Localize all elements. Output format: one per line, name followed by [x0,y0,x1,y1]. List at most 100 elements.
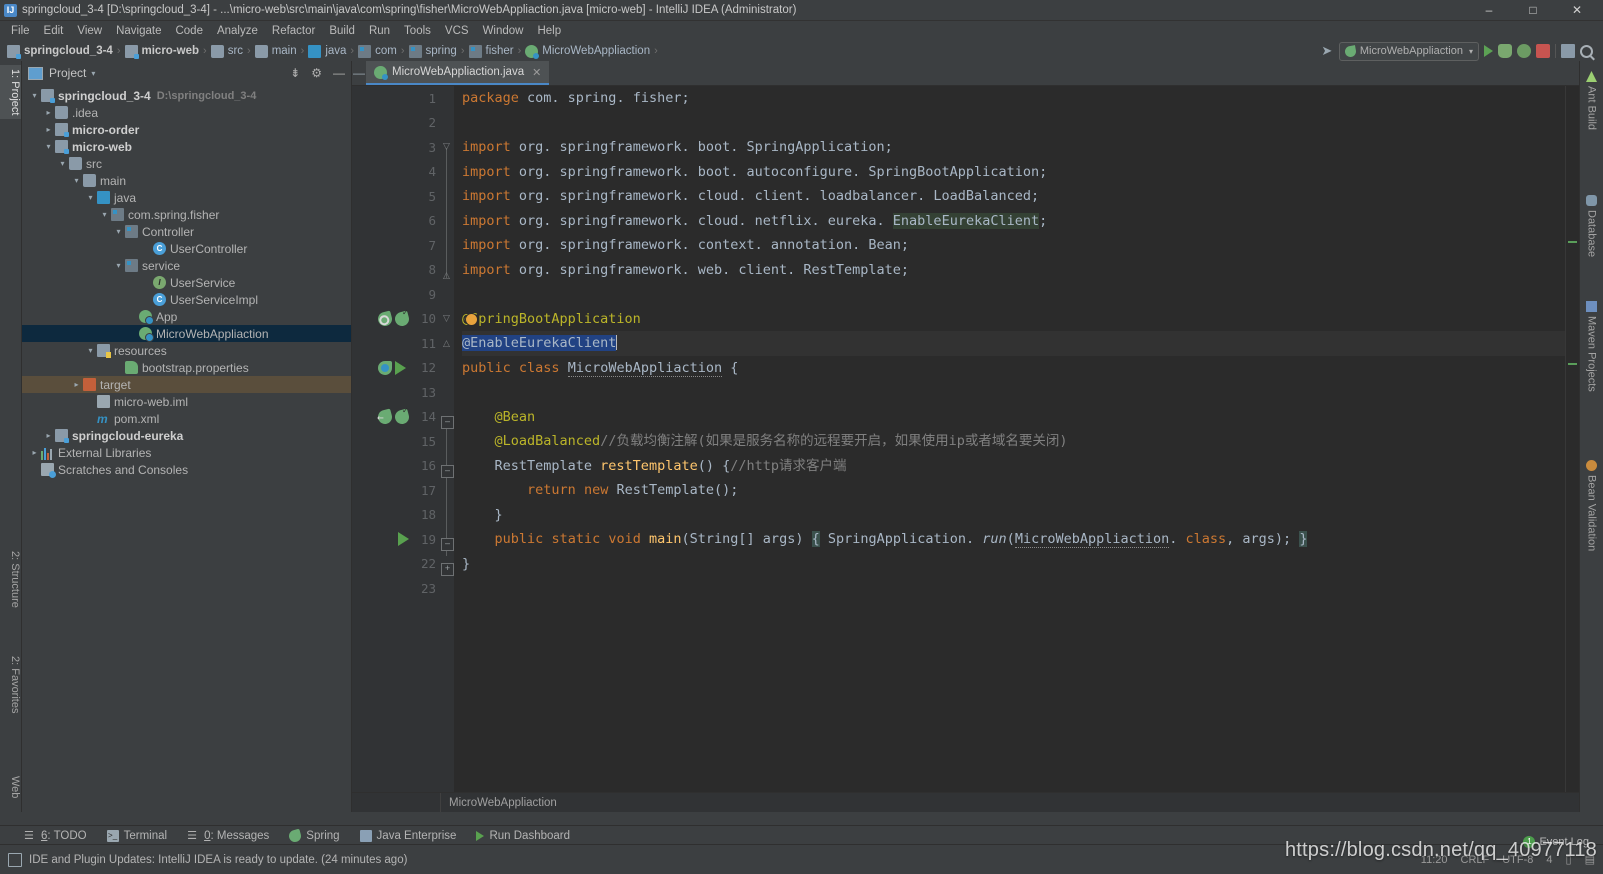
tree-node-main[interactable]: ▾ main [22,172,351,189]
chevron-right-icon[interactable]: ▸ [42,431,55,440]
run-main-gutter-icon[interactable] [398,532,409,547]
stripe-favorites[interactable]: 2: Favorites [0,652,21,717]
gutter-line-9[interactable]: 9 [352,282,440,307]
code-line-2[interactable] [462,111,1565,136]
tree-node-userservice[interactable]: ▸IUserService [22,274,351,291]
breadcrumb-java[interactable]: java [305,44,349,58]
chevron-down-icon[interactable]: ▾ [112,261,125,270]
fold-import-top-icon[interactable]: ▽ [441,142,452,151]
stripe-web[interactable]: Web [0,772,21,802]
code-line-7[interactable]: import org. springframework. context. an… [462,233,1565,258]
breadcrumb-spring[interactable]: spring [406,44,460,58]
chevron-down-icon[interactable]: ▾ [70,176,83,185]
gutter-line-19[interactable]: 19 [352,527,440,552]
menu-window[interactable]: Window [476,23,531,39]
code-line-18[interactable]: } [462,503,1565,528]
menu-analyze[interactable]: Analyze [210,23,265,39]
code-line-22[interactable]: } [462,552,1565,577]
menu-edit[interactable]: Edit [37,23,71,39]
tree-node-target[interactable]: ▸ target [22,376,351,393]
tree-node-micro-order[interactable]: ▸ micro-order [22,121,351,138]
code-line-12[interactable]: public class MicroWebAppliaction { [462,356,1565,381]
tree-node-springcloud-3-4[interactable]: ▾ springcloud_3-4 D:\springcloud_3-4 [22,87,351,104]
caret-position[interactable]: 11:20 [1421,854,1448,866]
collapse-all-icon[interactable]: ⇟ [290,66,300,80]
event-log-indicator[interactable]: 1 Event Log [1523,836,1589,848]
gutter-line-22[interactable]: 22 [352,552,440,577]
breadcrumb-src[interactable]: src [208,44,246,58]
gutter-line-2[interactable]: 2 [352,111,440,136]
code-line-4[interactable]: import org. springframework. boot. autoc… [462,160,1565,185]
run-configuration-selector[interactable]: MicroWebAppliaction ▾ [1338,41,1479,61]
tree-node-bootstrap-properties[interactable]: ▸bootstrap.properties [22,359,351,376]
code-content[interactable]: package com. spring. fisher; import org. … [454,86,1565,792]
gutter-line-23[interactable]: 23 [352,576,440,601]
chevron-right-icon[interactable]: ▸ [70,380,83,389]
tool-window-terminal[interactable]: >_ Terminal [106,829,167,842]
chevron-down-icon[interactable]: ▾ [56,159,69,168]
chevron-down-icon[interactable]: ▾ [28,91,41,100]
breadcrumb-fisher[interactable]: fisher [466,44,517,58]
code-line-15[interactable]: @LoadBalanced//负载均衡注解(如果是服务名称的远程要开启，如果使用… [462,429,1565,454]
editor-gutter[interactable]: 123456789101112131415161718192223 [352,86,440,792]
line-separator[interactable]: CRLF [1461,854,1490,866]
fold-annotation-icon-2[interactable]: △ [441,339,452,348]
fold-column[interactable]: ▽ △ ▽ △ – – – + [440,86,454,792]
build-icon[interactable]: ➤ [1320,44,1334,58]
menu-run[interactable]: Run [362,23,397,39]
tree-node-usercontroller[interactable]: ▸CUserController [22,240,351,257]
stripe-structure[interactable]: 2: Structure [0,547,21,612]
notification-icon[interactable] [8,852,22,867]
gutter-line-11[interactable]: 11 [352,331,440,356]
chevron-down-icon[interactable]: ▾ [112,227,125,236]
maximize-button[interactable]: □ [1511,0,1555,20]
fold-method-icon[interactable]: – [441,465,454,478]
close-button[interactable]: ✕ [1555,0,1599,20]
tab-microwebappliaction-java[interactable]: MicroWebAppliaction.java ✕ [366,61,550,85]
fold-main-icon[interactable]: + [441,563,454,576]
code-line-8[interactable]: import org. springframework. web. client… [462,258,1565,283]
gutter-line-8[interactable]: 8 [352,258,440,283]
code-line-1[interactable]: package com. spring. fisher; [462,86,1565,111]
tree-node-resources[interactable]: ▾ resources [22,342,351,359]
chevron-down-icon[interactable]: ▾ [98,210,111,219]
gutter-line-4[interactable]: 4 [352,160,440,185]
fold-import-bottom-icon[interactable]: △ [441,271,452,280]
breadcrumb-com[interactable]: com [355,44,400,58]
stripe-project[interactable]: 1: Project [0,65,21,120]
gutter-line-5[interactable]: 5 [352,184,440,209]
spring-bean-navigate-icon[interactable] [376,310,394,328]
chevron-down-icon[interactable]: ▾ [42,142,55,151]
spring-bean-check-icon[interactable] [393,408,411,426]
breadcrumb-main[interactable]: main [252,44,300,58]
spring-bean-icon[interactable] [378,360,392,375]
lock-icon[interactable]: ▯ [1566,853,1572,866]
code-line-9[interactable] [462,282,1565,307]
tree-node-pom-xml[interactable]: ▸mpom.xml [22,410,351,427]
tree-node-external-libraries[interactable]: ▸ External Libraries [22,444,351,461]
stripe-bean-validation[interactable]: Bean Validation [1580,456,1603,555]
coverage-button[interactable] [1517,44,1531,58]
code-line-5[interactable]: import org. springframework. cloud. clie… [462,184,1565,209]
stripe-maven-projects[interactable]: Maven Projects [1580,297,1603,396]
tool-window-6-todo[interactable]: ☰ 6: TODO [24,830,87,842]
gutter-line-14[interactable]: 14 [352,405,440,430]
analysis-marker-bar[interactable] [1565,86,1579,792]
tree-node-controller[interactable]: ▾ Controller [22,223,351,240]
menu-refactor[interactable]: Refactor [265,23,322,39]
encoding[interactable]: UTF-8 [1502,854,1533,866]
breadcrumb-microweb[interactable]: micro-web [122,44,203,59]
code-line-23[interactable] [462,576,1565,601]
menu-navigate[interactable]: Navigate [109,23,168,39]
indent-level[interactable]: 4 [1546,854,1552,866]
code-line-10[interactable]: @SpringBootApplication [462,307,1565,332]
tree-node-springcloud-eureka[interactable]: ▸ springcloud-eureka [22,427,351,444]
gutter-line-17[interactable]: 17 [352,478,440,503]
chevron-right-icon[interactable]: ▸ [28,448,41,457]
gear-icon[interactable]: ⚙ [311,66,322,80]
code-line-3[interactable]: import org. springframework. boot. Sprin… [462,135,1565,160]
code-line-17[interactable]: return new RestTemplate(); [462,478,1565,503]
tree-node-service[interactable]: ▾ service [22,257,351,274]
tree-node-java[interactable]: ▾ java [22,189,351,206]
gutter-line-1[interactable]: 1 [352,86,440,111]
